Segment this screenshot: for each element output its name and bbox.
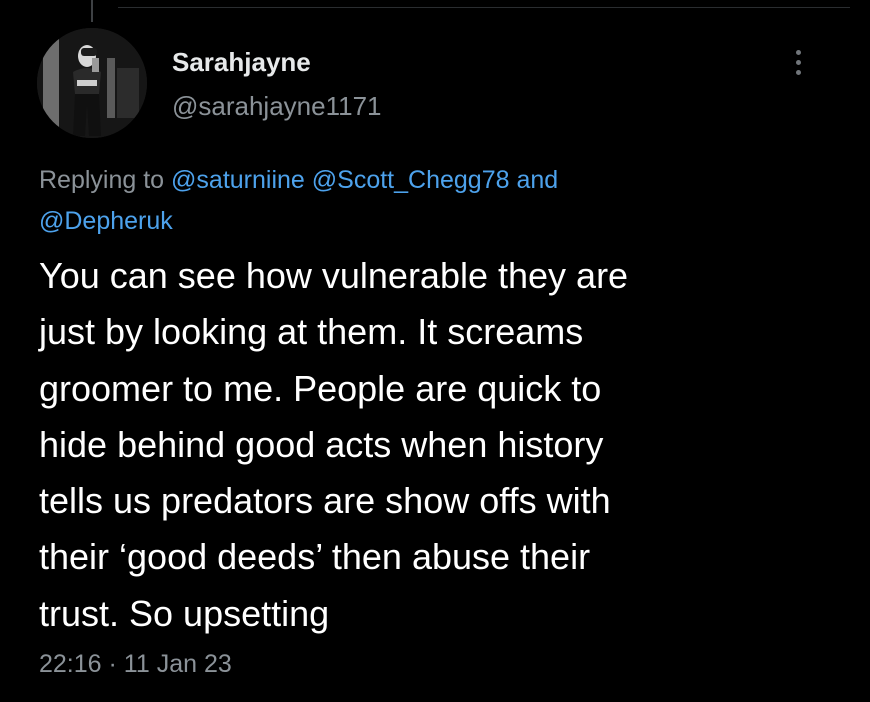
tweet-text-line: their ‘good deeds’ then abuse their [39, 536, 591, 578]
tweet-text-line: You can see how vulnerable they are [39, 255, 629, 296]
profile-photo-icon [37, 28, 147, 138]
mention-link-depheruk[interactable]: @Depheruk [39, 207, 173, 235]
mention-link-saturniine[interactable]: @saturniine [171, 166, 305, 194]
tweet-text-line: tells us predators are show offs with [39, 480, 611, 522]
tweet-date: 11 Jan 23 [123, 650, 232, 678]
author-handle[interactable]: @sarahjayne1171 [172, 91, 382, 122]
more-options-icon [795, 49, 801, 55]
reply-context: Replying to @saturniine @Scott_Chegg78 a… [39, 160, 839, 242]
tweet-timestamp[interactable]: 22:16 · 11 Jan 23 [39, 650, 232, 679]
more-options-button[interactable] [786, 46, 810, 78]
avatar[interactable] [37, 28, 147, 138]
tweet-text-line: hide behind good acts when history [39, 423, 604, 465]
tweet-text-line: just by looking at them. It screams [39, 311, 584, 353]
timestamp-separator: · [108, 650, 117, 678]
mention-link-scott-chegg78[interactable]: @Scott_Chegg78 [312, 166, 510, 194]
replying-to-label: Replying to [39, 166, 172, 194]
more-options-icon-dot [795, 69, 801, 75]
tweet-text: You can see how vulnerable they are just… [39, 248, 849, 642]
tweet-text-line: groomer to me. People are quick to [39, 367, 602, 409]
tweet-text-line: trust. So upsetting [39, 592, 330, 634]
thread-connector-line [91, 0, 93, 22]
tweet-time: 22:16 [39, 650, 102, 678]
top-divider [118, 7, 850, 8]
mention-and-label: and [516, 166, 559, 194]
author-display-name[interactable]: Sarahjayne [172, 47, 311, 78]
more-options-icon-dot [795, 59, 801, 65]
